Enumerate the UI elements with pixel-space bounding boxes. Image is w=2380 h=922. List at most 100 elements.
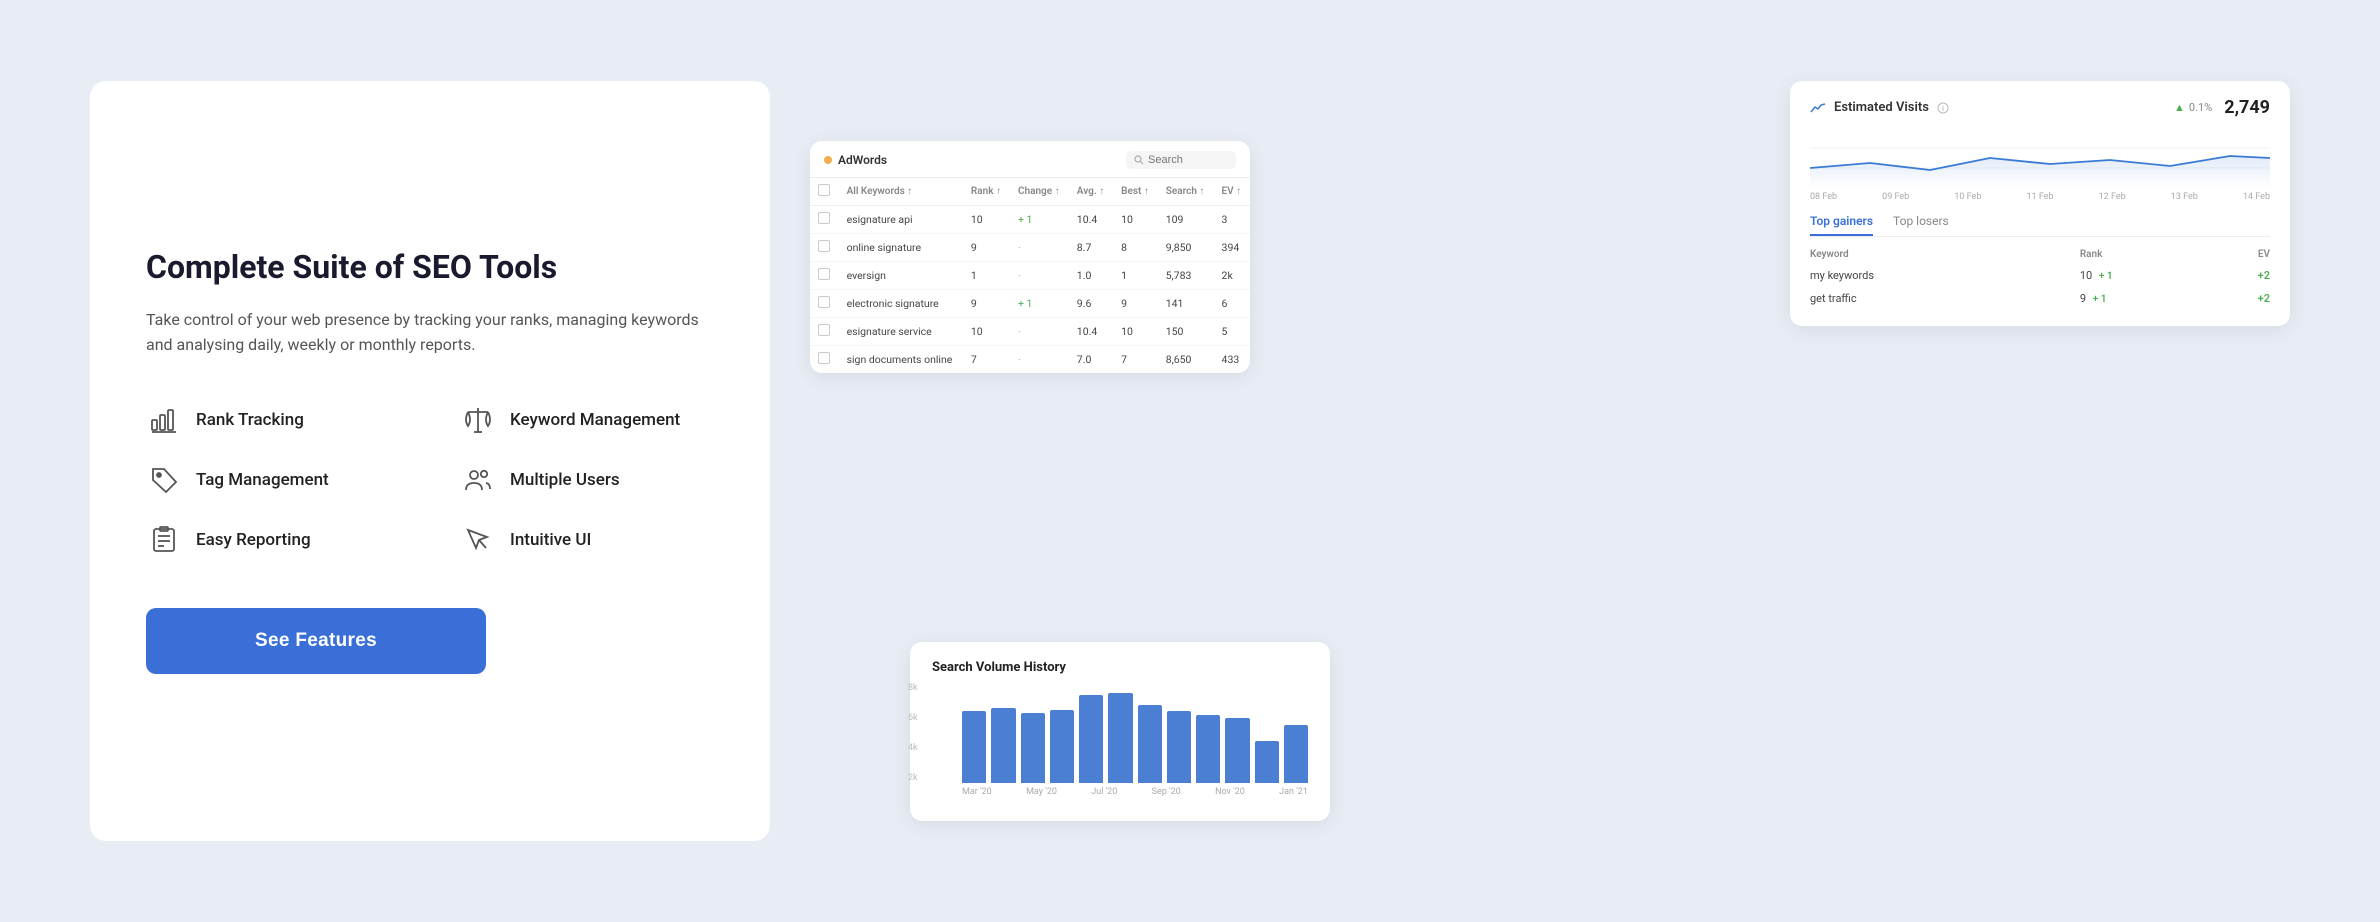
col-ev: EV ↑ bbox=[1214, 178, 1250, 206]
volume-bar bbox=[1255, 741, 1279, 783]
row-change: · bbox=[1010, 262, 1069, 290]
svg-text:i: i bbox=[1942, 105, 1944, 113]
volume-bars bbox=[962, 683, 1308, 783]
gainers-section: Top gainers Top losers Keyword Rank EV m… bbox=[1810, 214, 2270, 310]
row-search: 150 bbox=[1158, 318, 1214, 346]
col-checkbox bbox=[810, 178, 839, 206]
col-search: Search ↑ bbox=[1158, 178, 1214, 206]
keywords-card: AdWords All Keywords ↑ Rank ↑ C bbox=[810, 141, 1250, 373]
card-description: Take control of your web presence by tra… bbox=[146, 307, 706, 358]
visits-count: 2,749 bbox=[2224, 97, 2270, 118]
volume-y-labels: 8k 6k 4k 2k bbox=[908, 683, 918, 783]
feature-tag-management: Tag Management bbox=[146, 462, 400, 498]
visits-x-axis: 08 Feb 09 Feb 10 Feb 11 Feb 12 Feb 13 Fe… bbox=[1810, 192, 2270, 202]
gh-ev: EV bbox=[2218, 245, 2270, 264]
bar-chart-icon bbox=[146, 402, 182, 438]
visits-chart-icon bbox=[1810, 100, 1826, 116]
info-icon: i bbox=[1937, 102, 1949, 114]
keywords-table: All Keywords ↑ Rank ↑ Change ↑ Avg. ↑ Be… bbox=[810, 178, 1250, 373]
row-avg: 10.4 bbox=[1069, 206, 1113, 234]
table-row: electronic signature 9 + 1 9.6 9 141 6 bbox=[810, 290, 1250, 318]
tab-top-losers[interactable]: Top losers bbox=[1893, 214, 1949, 236]
adwords-title: AdWords bbox=[838, 153, 887, 167]
search-input[interactable] bbox=[1148, 154, 1228, 166]
row-ev: 433 bbox=[1214, 346, 1250, 374]
col-rank: Rank ↑ bbox=[963, 178, 1010, 206]
table-row: my keywords 10 + 1 +2 bbox=[1810, 264, 2270, 287]
volume-bar bbox=[1050, 710, 1074, 783]
volume-bar bbox=[1079, 695, 1103, 783]
visits-header: Estimated Visits i ▲ 0.1% 2,749 bbox=[1810, 97, 2270, 118]
col-avg: Avg. ↑ bbox=[1069, 178, 1113, 206]
table-row: get traffic 9 + 1 +2 bbox=[1810, 287, 2270, 310]
easy-reporting-label: Easy Reporting bbox=[196, 530, 311, 550]
search-icon bbox=[1134, 155, 1144, 165]
volume-bar bbox=[1167, 711, 1191, 783]
left-card: Complete Suite of SEO Tools Take control… bbox=[90, 81, 770, 841]
row-rank: 9 bbox=[963, 290, 1010, 318]
gainer-ev: +2 bbox=[2218, 287, 2270, 310]
volume-card: Search Volume History 8k 6k 4k 2k Mar '2… bbox=[910, 642, 1330, 821]
card-title: Complete Suite of SEO Tools bbox=[146, 248, 714, 286]
report-icon bbox=[146, 522, 182, 558]
col-change: Change ↑ bbox=[1010, 178, 1069, 206]
tag-icon bbox=[146, 462, 182, 498]
volume-bar bbox=[1021, 713, 1045, 783]
row-best: 1 bbox=[1113, 262, 1158, 290]
visits-title: Estimated Visits bbox=[1834, 100, 1929, 115]
row-ev: 6 bbox=[1214, 290, 1250, 318]
visits-card: Estimated Visits i ▲ 0.1% 2,749 bbox=[1790, 81, 2290, 326]
volume-bar bbox=[1108, 693, 1132, 783]
volume-bar bbox=[1284, 725, 1308, 783]
row-rank: 10 bbox=[963, 206, 1010, 234]
volume-bar bbox=[1138, 705, 1162, 783]
col-keyword: All Keywords ↑ bbox=[839, 178, 963, 206]
row-avg: 8.7 bbox=[1069, 234, 1113, 262]
row-rank: 1 bbox=[963, 262, 1010, 290]
users-icon bbox=[460, 462, 496, 498]
multiple-users-label: Multiple Users bbox=[510, 470, 620, 490]
keyword-management-label: Keyword Management bbox=[510, 410, 680, 430]
row-best: 10 bbox=[1113, 318, 1158, 346]
table-row: eversign 1 · 1.0 1 5,783 2k bbox=[810, 262, 1250, 290]
row-check bbox=[810, 206, 839, 234]
visits-change-badge: ▲ 0.1% bbox=[2174, 101, 2212, 114]
row-search: 109 bbox=[1158, 206, 1214, 234]
row-keyword: esignature api bbox=[839, 206, 963, 234]
feature-multiple-users: Multiple Users bbox=[460, 462, 714, 498]
gh-rank: Rank bbox=[2080, 245, 2218, 264]
row-check bbox=[810, 346, 839, 374]
see-features-button[interactable]: See Features bbox=[146, 608, 486, 674]
volume-bar bbox=[962, 711, 986, 783]
table-row: esignature api 10 + 1 10.4 10 109 3 bbox=[810, 206, 1250, 234]
feature-rank-tracking: Rank Tracking bbox=[146, 402, 400, 438]
intuitive-ui-label: Intuitive UI bbox=[510, 530, 591, 550]
row-search: 141 bbox=[1158, 290, 1214, 318]
tab-top-gainers[interactable]: Top gainers bbox=[1810, 214, 1873, 236]
gainer-keyword: my keywords bbox=[1810, 264, 2080, 287]
feature-keyword-management: Keyword Management bbox=[460, 402, 714, 438]
gainer-ev: +2 bbox=[2218, 264, 2270, 287]
row-keyword: eversign bbox=[839, 262, 963, 290]
volume-bar bbox=[1196, 715, 1220, 783]
row-ev: 394 bbox=[1214, 234, 1250, 262]
right-panels: AdWords All Keywords ↑ Rank ↑ C bbox=[810, 81, 2290, 841]
row-check bbox=[810, 290, 839, 318]
row-ev: 2k bbox=[1214, 262, 1250, 290]
cursor-icon bbox=[460, 522, 496, 558]
visits-line-chart bbox=[1810, 128, 2270, 188]
row-avg: 9.6 bbox=[1069, 290, 1113, 318]
row-rank: 9 bbox=[963, 234, 1010, 262]
row-search: 5,783 bbox=[1158, 262, 1214, 290]
keywords-header: AdWords bbox=[810, 141, 1250, 178]
row-best: 10 bbox=[1113, 206, 1158, 234]
adwords-dot bbox=[824, 156, 832, 164]
row-keyword: esignature service bbox=[839, 318, 963, 346]
gainers-table: Keyword Rank EV my keywords 10 + 1 +2 ge… bbox=[1810, 245, 2270, 310]
features-grid: Rank Tracking Keyword Management bbox=[146, 402, 714, 558]
gainer-rank: 9 + 1 bbox=[2080, 287, 2218, 310]
keywords-search[interactable] bbox=[1126, 151, 1236, 169]
feature-intuitive-ui: Intuitive UI bbox=[460, 522, 714, 558]
row-check bbox=[810, 262, 839, 290]
gh-keyword: Keyword bbox=[1810, 245, 2080, 264]
